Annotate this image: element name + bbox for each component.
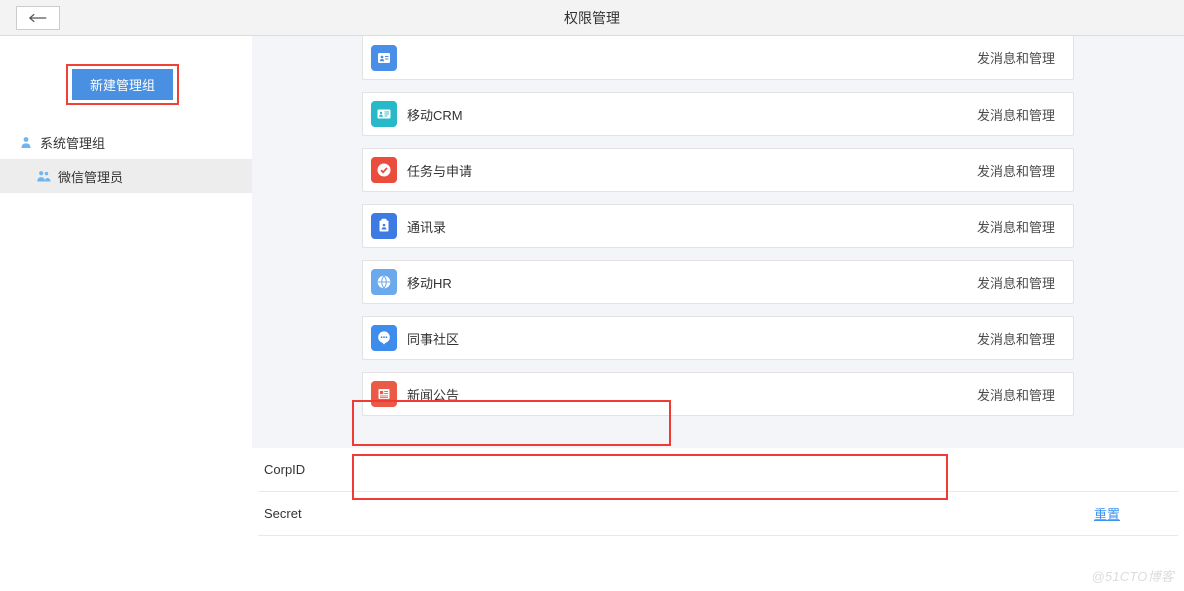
app-name: 任务与申请 — [407, 161, 472, 180]
credentials-section: CorpID Secret 重置 — [252, 448, 1184, 536]
apps-area: 发消息和管理移动CRM发消息和管理任务与申请发消息和管理通讯录发消息和管理移动H… — [252, 36, 1184, 448]
app-row[interactable]: 新闻公告 发消息和管理 — [362, 372, 1074, 416]
top-bar: 权限管理 — [0, 0, 1184, 36]
app-name: 通讯录 — [407, 217, 446, 236]
app-row[interactable]: 移动CRM 发消息和管理 — [362, 92, 1074, 136]
app-row[interactable]: 通讯录 发消息和管理 — [362, 204, 1074, 248]
sidebar-item-wechat-admin[interactable]: 微信管理员 — [0, 159, 252, 193]
app-name: 移动HR — [407, 273, 452, 292]
globe-icon — [371, 269, 397, 295]
sidebar-item-label: 系统管理组 — [40, 133, 105, 152]
secret-label: Secret — [264, 506, 342, 521]
app-permission: 发消息和管理 — [977, 48, 1055, 67]
corpid-row: CorpID — [258, 448, 1178, 492]
new-group-button[interactable]: 新建管理组 — [72, 69, 173, 100]
app-name: 新闻公告 — [407, 385, 459, 404]
corpid-label: CorpID — [264, 462, 342, 477]
secret-row: Secret 重置 — [258, 492, 1178, 536]
users-icon — [36, 168, 52, 184]
app-permission: 发消息和管理 — [977, 273, 1055, 292]
app-row[interactable]: 同事社区 发消息和管理 — [362, 316, 1074, 360]
app-permission: 发消息和管理 — [977, 385, 1055, 404]
app-permission: 发消息和管理 — [977, 217, 1055, 236]
watermark: @51CTO博客 — [1092, 566, 1174, 585]
main-content: 发消息和管理移动CRM发消息和管理任务与申请发消息和管理通讯录发消息和管理移动H… — [252, 36, 1184, 591]
sidebar-item-label: 微信管理员 — [58, 167, 123, 186]
app-name: 同事社区 — [407, 329, 459, 348]
sidebar: 新建管理组 系统管理组 微信管理员 — [0, 36, 252, 591]
user-icon — [18, 134, 34, 150]
id-card-icon — [371, 101, 397, 127]
book-icon — [371, 213, 397, 239]
news-icon — [371, 381, 397, 407]
contact-card-icon — [371, 45, 397, 71]
page-title: 权限管理 — [564, 8, 620, 28]
app-name: 移动CRM — [407, 105, 463, 124]
app-row[interactable]: 任务与申请 发消息和管理 — [362, 148, 1074, 192]
highlight-new-group: 新建管理组 — [66, 64, 179, 105]
sidebar-item-system-group[interactable]: 系统管理组 — [0, 125, 252, 159]
check-circle-icon — [371, 157, 397, 183]
app-row[interactable]: 移动HR 发消息和管理 — [362, 260, 1074, 304]
app-permission: 发消息和管理 — [977, 105, 1055, 124]
app-permission: 发消息和管理 — [977, 329, 1055, 348]
back-button[interactable] — [16, 6, 60, 30]
app-row[interactable]: 发消息和管理 — [362, 36, 1074, 80]
chat-icon — [371, 325, 397, 351]
arrow-left-icon — [29, 12, 47, 24]
app-permission: 发消息和管理 — [977, 161, 1055, 180]
reset-link[interactable]: 重置 — [1094, 504, 1120, 523]
